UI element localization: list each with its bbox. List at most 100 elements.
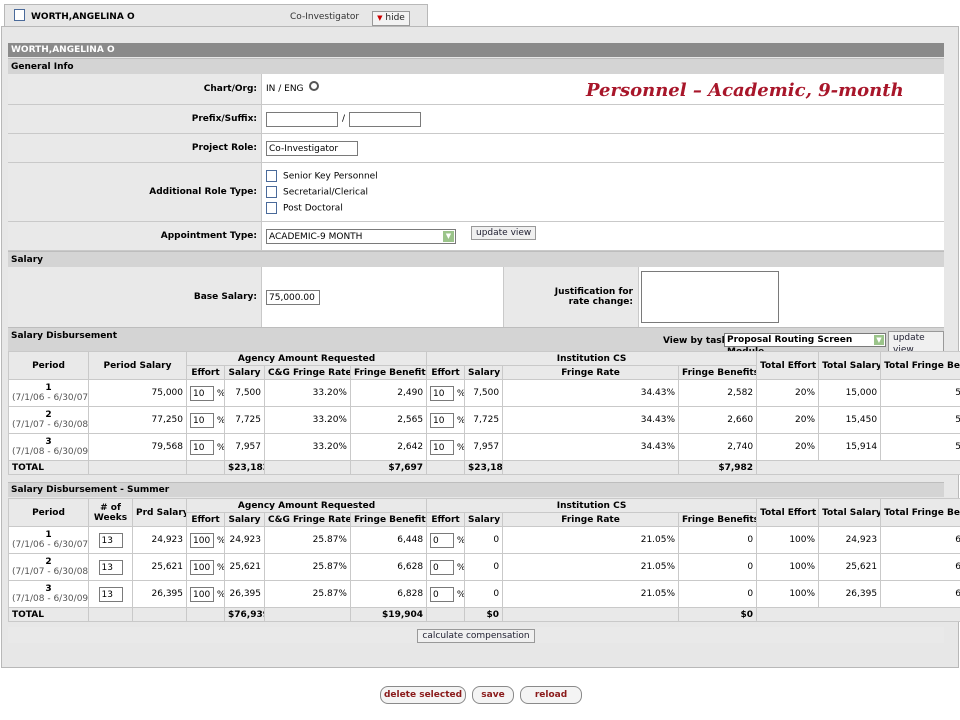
weeks-input[interactable]: 13 xyxy=(98,586,123,602)
panel-title: WORTH,ANGELINA O xyxy=(8,43,944,57)
total-agency-salary: $76,939 xyxy=(224,607,265,622)
weeks-input[interactable]: 13 xyxy=(98,559,123,575)
inst-effort-input[interactable]: 0 xyxy=(430,559,455,575)
effort-input[interactable]: 10 xyxy=(190,385,214,401)
secretarial-checkbox[interactable] xyxy=(266,186,277,198)
table-row: 3(7/1/08 - 6/30/09) 13 26,395 100 % 26,3… xyxy=(8,580,960,608)
select-personnel-checkbox[interactable] xyxy=(14,9,25,21)
col-inst-effort: Effort xyxy=(426,365,466,380)
justification-textarea[interactable] xyxy=(641,271,779,323)
percent-sign: % xyxy=(217,443,224,453)
total-empty xyxy=(264,460,351,475)
total-fringe: 6,628 xyxy=(880,553,960,581)
suffix-input[interactable] xyxy=(349,111,422,127)
period-dates: (7/1/06 - 6/30/07) xyxy=(12,540,89,550)
col-total-effort: Total Effort xyxy=(756,351,820,380)
cg-fringe-rate: 33.20% xyxy=(264,379,351,407)
effort-input[interactable]: 100 xyxy=(190,559,214,575)
inst-effort-input[interactable]: 10 xyxy=(430,412,455,428)
salary-disbursement-title: Salary Disbursement xyxy=(11,331,118,341)
inst-effort-input[interactable]: 10 xyxy=(430,385,455,401)
inst-effort-input[interactable]: 0 xyxy=(430,586,455,602)
salary-disbursement-header: Salary Disbursement View by task: Propos… xyxy=(8,327,944,357)
prefix-input[interactable] xyxy=(266,111,338,127)
post-doctoral-checkbox[interactable] xyxy=(266,202,277,214)
col-total-fringe: Total Fringe Benefits xyxy=(880,351,960,380)
hide-button[interactable]: ▼ hide xyxy=(372,11,410,26)
inst-effort-input[interactable]: 10 xyxy=(430,439,455,455)
inst-fringe-rate: 21.05% xyxy=(502,580,680,608)
inst-fringe: 2,660 xyxy=(678,406,758,434)
total-row: TOTAL $76,939 $19,904 $0 $0 xyxy=(8,607,960,622)
inst-salary: 7,725 xyxy=(464,406,504,434)
weeks-cell: 13 xyxy=(88,553,133,581)
col-agency: Agency Amount Requested xyxy=(185,498,428,513)
col-total-effort: Total Effort xyxy=(756,498,820,527)
inst-fringe-rate: 34.43% xyxy=(502,379,680,407)
delete-selected-button[interactable]: delete selected xyxy=(380,686,466,704)
total-effort: 100% xyxy=(756,526,820,554)
total-inst-fringe: $0 xyxy=(678,607,758,622)
role-option-secretarial[interactable]: Secretarial/Clerical xyxy=(266,186,368,198)
appointment-type-label: Appointment Type: xyxy=(8,222,262,250)
inst-fringe: 2,740 xyxy=(678,433,758,461)
total-empty xyxy=(426,607,466,622)
role-option-senior-key[interactable]: Senior Key Personnel xyxy=(266,170,378,182)
save-button[interactable]: save xyxy=(472,686,514,704)
total-empty xyxy=(756,607,960,622)
effort-cell: 100 % xyxy=(186,526,225,554)
inst-effort-input[interactable]: 0 xyxy=(430,532,455,548)
calculate-compensation-button[interactable]: calculate compensation xyxy=(417,629,535,643)
cg-fringe-rate: 33.20% xyxy=(264,406,351,434)
base-salary-input[interactable]: 75,000.00 xyxy=(266,289,320,305)
total-fringe: 6,448 xyxy=(880,526,960,554)
personnel-role: Co-Investigator xyxy=(290,12,360,22)
project-role-label: Project Role: xyxy=(8,134,262,162)
project-role-input[interactable]: Co-Investigator xyxy=(266,140,358,156)
total-empty xyxy=(132,607,187,622)
salary-row: Base Salary: 75,000.00 Justification for… xyxy=(8,267,944,328)
reload-button[interactable]: reload xyxy=(520,686,582,704)
view-by-task-select[interactable]: Proposal Routing Screen Module▼ xyxy=(724,333,886,357)
col-institution: Institution CS xyxy=(426,351,758,366)
cg-fringe-rate: 25.87% xyxy=(264,580,351,608)
inst-effort-cell: 0 % xyxy=(426,553,466,581)
dropdown-arrow-icon: ▼ xyxy=(874,335,884,345)
senior-key-checkbox[interactable] xyxy=(266,170,277,182)
effort-cell: 10 % xyxy=(186,379,225,407)
chart-org-label: Chart/Org: xyxy=(8,74,262,104)
total-empty xyxy=(264,607,351,622)
col-inst-salary: Salary xyxy=(464,512,504,527)
update-view-button[interactable]: update view xyxy=(471,226,537,240)
inst-salary: 7,957 xyxy=(464,433,504,461)
col-fringe-benefits: Fringe Benefits xyxy=(349,365,428,380)
personnel-tab-header: WORTH,ANGELINA O Co-Investigator ▼ hide xyxy=(4,4,428,27)
action-buttons: delete selected save reload xyxy=(380,686,582,704)
weeks-input[interactable]: 13 xyxy=(98,532,123,548)
inst-fringe-rate: 34.43% xyxy=(502,406,680,434)
effort-input[interactable]: 100 xyxy=(190,586,214,602)
period-dates: (7/1/07 - 6/30/08) xyxy=(12,420,89,430)
total-label: TOTAL xyxy=(8,460,89,475)
col-period: Period xyxy=(8,351,89,380)
percent-sign: % xyxy=(457,443,464,453)
role-option-post-doctoral[interactable]: Post Doctoral xyxy=(266,202,343,214)
inst-fringe: 0 xyxy=(678,526,758,554)
effort-input[interactable]: 10 xyxy=(190,412,214,428)
triangle-down-icon: ▼ xyxy=(377,14,383,22)
appointment-type-select[interactable]: ACADEMIC-9 MONTH ▼ xyxy=(266,228,456,244)
justification-label-text: Justification for rate change: xyxy=(554,287,633,307)
agency-salary: 26,395 xyxy=(224,580,265,608)
col-cg-rate: C&G Fringe Rate xyxy=(264,365,351,380)
effort-cell: 10 % xyxy=(186,406,225,434)
col-weeks: # of Weeks xyxy=(88,498,133,527)
lookup-icon[interactable] xyxy=(308,81,319,91)
table-row: 1(7/1/06 - 6/30/07) 13 24,923 100 % 24,9… xyxy=(8,526,960,554)
effort-input[interactable]: 10 xyxy=(190,439,214,455)
total-inst-fringe: $7,982 xyxy=(678,460,758,475)
total-row: TOTAL $23,182 $7,697 $23,182 $7,982 xyxy=(8,460,960,475)
total-inst-salary: $0 xyxy=(464,607,504,622)
period-number: 1 xyxy=(45,530,52,540)
effort-input[interactable]: 100 xyxy=(190,532,214,548)
col-effort: Effort xyxy=(186,365,225,380)
